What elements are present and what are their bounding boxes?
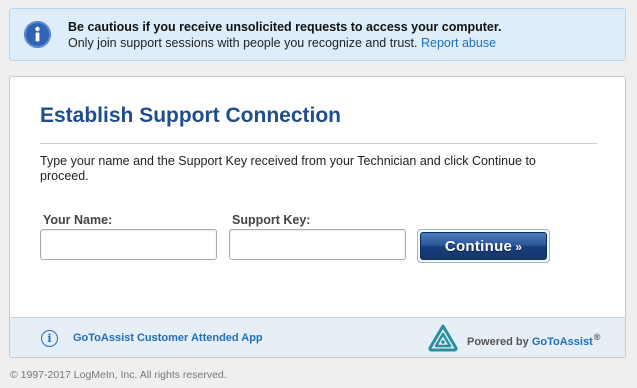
security-alert-banner: Be cautious if you receive unsolicited r…: [9, 8, 626, 61]
continue-button-frame: Continue»: [417, 229, 550, 263]
alert-message-line: Only join support sessions with people y…: [68, 36, 496, 50]
gotoassist-brand: GoToAssist: [531, 336, 593, 348]
double-chevron-right-icon: »: [515, 239, 523, 254]
continue-button-label: Continue: [444, 237, 513, 255]
page-title: Establish Support Connection: [40, 104, 342, 127]
your-name-input[interactable]: [40, 229, 217, 260]
registered-mark: ®: [593, 332, 601, 342]
support-connection-card: Establish Support Connection Type your n…: [9, 76, 626, 358]
gotoassist-logo-icon: [428, 324, 458, 352]
info-icon: [24, 21, 51, 48]
powered-by-text: Powered by GoToAssist®: [467, 332, 600, 348]
alert-message: Only join support sessions with people y…: [68, 36, 418, 50]
support-key-input[interactable]: [229, 229, 406, 260]
report-abuse-link[interactable]: Report abuse: [421, 36, 496, 50]
your-name-label: Your Name:: [43, 213, 113, 227]
info-circle-icon[interactable]: i: [41, 330, 58, 347]
copyright-text: © 1997-2017 LogMeIn, Inc. All rights res…: [10, 369, 227, 381]
app-name-link[interactable]: GoToAssist Customer Attended App: [73, 332, 263, 344]
title-divider: [40, 143, 597, 144]
continue-button[interactable]: Continue»: [420, 232, 547, 260]
powered-by-prefix: Powered by: [467, 336, 529, 348]
instructions-text: Type your name and the Support Key recei…: [40, 154, 536, 183]
card-footer: i GoToAssist Customer Attended App Power…: [10, 317, 625, 357]
alert-title: Be cautious if you receive unsolicited r…: [68, 20, 502, 34]
support-key-label: Support Key:: [232, 213, 311, 227]
